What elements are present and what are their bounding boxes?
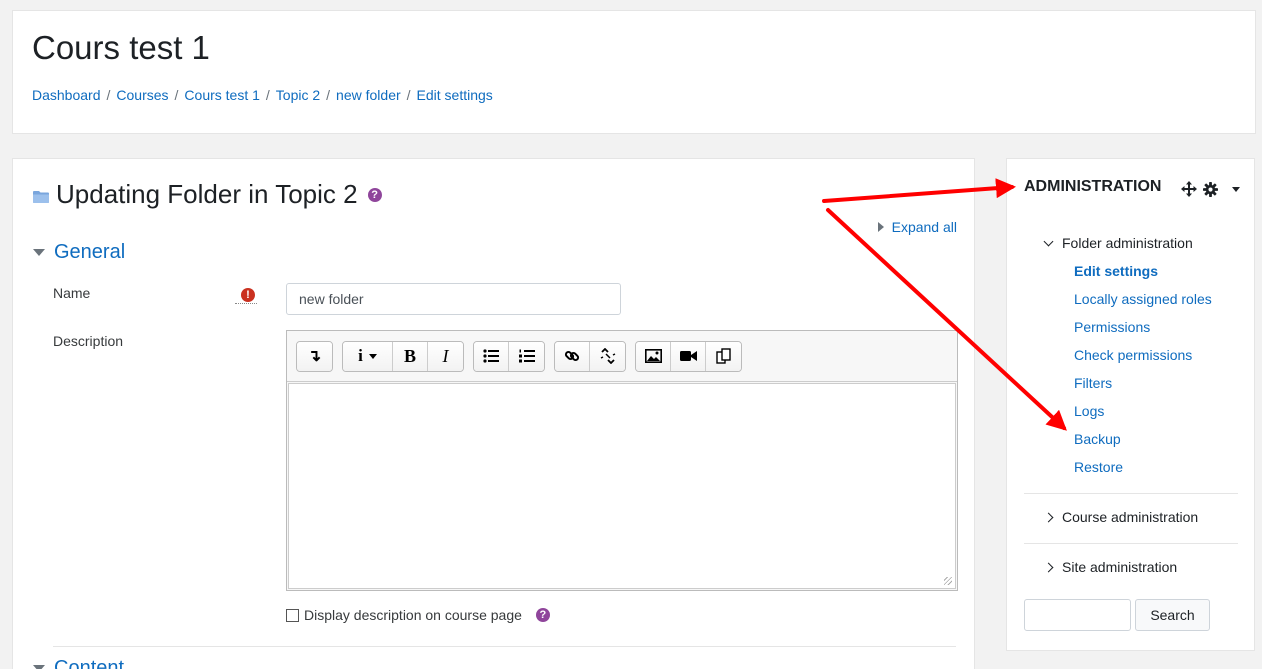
administration-block: ADMINISTRATION Folder administration Edi… — [1006, 158, 1255, 651]
breadcrumb-topic[interactable]: Topic 2 — [276, 87, 320, 103]
media-icon[interactable] — [671, 341, 706, 371]
italic-icon[interactable]: I — [428, 341, 463, 371]
chevron-down-icon[interactable] — [1232, 186, 1240, 192]
help-icon[interactable]: ? — [367, 187, 382, 202]
required-underline — [235, 303, 257, 304]
name-input[interactable]: new folder — [286, 283, 621, 315]
admin-link-locally-assigned-roles[interactable]: Locally assigned roles — [1074, 291, 1212, 307]
chevron-right-icon — [1043, 562, 1054, 572]
description-editor: ↴ i B I — [286, 330, 958, 591]
admin-link-backup[interactable]: Backup — [1074, 431, 1121, 447]
link-icon[interactable] — [555, 341, 590, 371]
toolbar-group-style: i B I — [342, 340, 464, 372]
toolbar-group-lists — [473, 340, 545, 372]
bold-icon[interactable]: B — [393, 341, 428, 371]
resize-handle-icon[interactable] — [944, 577, 952, 585]
form-title: Updating Folder in Topic 2 — [56, 179, 358, 209]
display-description-checkbox[interactable] — [286, 608, 299, 622]
section-divider — [53, 646, 956, 647]
section-general-title: General — [54, 241, 126, 263]
description-textarea[interactable] — [288, 383, 956, 589]
breadcrumb-separator: / — [326, 87, 331, 103]
manage-files-icon[interactable] — [706, 341, 741, 371]
paragraph-style-icon[interactable]: i — [343, 341, 393, 371]
move-icon[interactable] — [1181, 181, 1197, 197]
chevron-right-icon — [1043, 512, 1054, 522]
gear-icon[interactable] — [1203, 181, 1218, 197]
admin-link-edit-settings[interactable]: Edit settings — [1074, 263, 1158, 279]
tree-course-administration[interactable]: Course administration — [1043, 509, 1199, 525]
section-content-title: Content — [54, 657, 125, 669]
chevron-down-icon — [1043, 236, 1054, 246]
admin-link-check-permissions[interactable]: Check permissions — [1074, 347, 1192, 363]
form-heading: Updating Folder in Topic 2 ? — [33, 179, 382, 210]
tree-site-administration[interactable]: Site administration — [1043, 559, 1178, 575]
required-icon: ! — [241, 288, 255, 302]
admin-link-filters[interactable]: Filters — [1074, 375, 1112, 391]
admin-link-logs[interactable]: Logs — [1074, 403, 1104, 419]
folder-icon — [33, 191, 49, 203]
unordered-list-icon[interactable] — [474, 341, 509, 371]
page-header: Cours test 1 Dashboard / Courses / Cours… — [12, 10, 1256, 134]
editor-toolbar: ↴ i B I — [287, 331, 957, 382]
toolbar-group-collapse: ↴ — [296, 340, 333, 372]
ordered-list-icon[interactable] — [509, 341, 544, 371]
breadcrumb-dashboard[interactable]: Dashboard — [32, 87, 101, 103]
breadcrumb-courses[interactable]: Courses — [116, 87, 168, 103]
breadcrumb-course[interactable]: Cours test 1 — [184, 87, 259, 103]
course-administration-label: Course administration — [1062, 509, 1199, 525]
bold-glyph: B — [403, 345, 416, 366]
admin-divider — [1024, 543, 1238, 544]
unlink-icon[interactable] — [590, 341, 625, 371]
help-icon[interactable]: ? — [535, 608, 550, 622]
breadcrumb-separator: / — [406, 87, 411, 103]
collapse-triangle-icon — [33, 249, 45, 256]
toolbar-group-links — [554, 340, 626, 372]
tree-folder-administration[interactable]: Folder administration — [1043, 235, 1193, 251]
image-icon[interactable] — [636, 341, 671, 371]
display-description-row: Display description on course page ? — [286, 607, 550, 623]
breadcrumb-separator: / — [106, 87, 111, 103]
description-label: Description — [53, 333, 124, 349]
toolbar-group-media — [635, 340, 742, 372]
name-label: Name — [53, 285, 91, 301]
admin-divider — [1024, 493, 1238, 494]
main-form-region: Updating Folder in Topic 2 ? Expand all … — [12, 158, 975, 669]
admin-search-input[interactable] — [1024, 599, 1131, 631]
breadcrumb-separator: / — [265, 87, 270, 103]
paragraph-glyph: i — [358, 346, 363, 365]
expand-triangle-icon — [877, 222, 884, 232]
collapse-icon[interactable]: ↴ — [297, 341, 332, 371]
collapse-glyph: ↴ — [307, 348, 322, 365]
section-content-toggle[interactable]: Content — [33, 657, 124, 669]
admin-link-restore[interactable]: Restore — [1074, 459, 1123, 475]
admin-link-permissions[interactable]: Permissions — [1074, 319, 1150, 335]
collapse-triangle-icon — [33, 665, 45, 669]
administration-title: ADMINISTRATION — [1024, 178, 1162, 195]
dropdown-caret-icon — [368, 353, 377, 359]
expand-all-link[interactable]: Expand all — [877, 219, 957, 235]
expand-all-label: Expand all — [891, 219, 957, 235]
display-description-label: Display description on course page — [304, 607, 522, 623]
folder-administration-label: Folder administration — [1062, 235, 1193, 251]
breadcrumb-folder[interactable]: new folder — [336, 87, 401, 103]
admin-search-button[interactable]: Search — [1135, 599, 1210, 631]
block-controls — [1181, 181, 1240, 197]
breadcrumb: Dashboard / Courses / Cours test 1 / Top… — [32, 87, 493, 103]
breadcrumb-separator: / — [174, 87, 179, 103]
italic-glyph: I — [442, 345, 449, 366]
breadcrumb-edit-settings[interactable]: Edit settings — [417, 87, 493, 103]
page-title: Cours test 1 — [32, 29, 210, 66]
site-administration-label: Site administration — [1062, 559, 1178, 575]
section-general-toggle[interactable]: General — [33, 241, 125, 264]
